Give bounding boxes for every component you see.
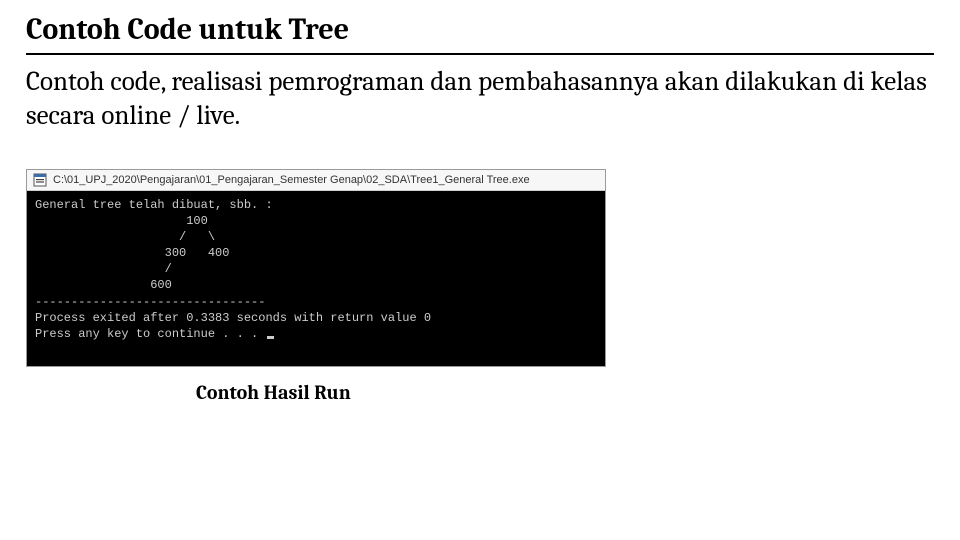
terminal-line: / \ xyxy=(35,230,215,244)
terminal-line: 100 xyxy=(35,214,208,228)
terminal-line: Process exited after 0.3383 seconds with… xyxy=(35,311,431,325)
terminal-line: General tree telah dibuat, sbb. : xyxy=(35,198,273,212)
terminal-titlebar: C:\01_UPJ_2020\Pengajaran\01_Pengajaran_… xyxy=(27,170,605,191)
terminal-output: General tree telah dibuat, sbb. : 100 / … xyxy=(27,191,605,367)
terminal-title-text: C:\01_UPJ_2020\Pengajaran\01_Pengajaran_… xyxy=(53,174,530,186)
terminal-line: / xyxy=(35,262,172,276)
terminal-window: C:\01_UPJ_2020\Pengajaran\01_Pengajaran_… xyxy=(26,169,606,368)
slide-body-text: Contoh code, realisasi pemrograman dan p… xyxy=(26,65,934,133)
terminal-icon xyxy=(33,173,47,187)
slide-title: Contoh Code untuk Tree xyxy=(26,12,934,55)
terminal-line: 300 400 xyxy=(35,246,229,260)
terminal-line: Press any key to continue . . . xyxy=(35,327,265,341)
image-caption: Contoh Hasil Run xyxy=(196,381,934,404)
slide-container: Contoh Code untuk Tree Contoh code, real… xyxy=(0,0,960,404)
terminal-line: 600 xyxy=(35,278,172,292)
terminal-line: -------------------------------- xyxy=(35,295,265,309)
terminal-cursor xyxy=(267,336,274,339)
